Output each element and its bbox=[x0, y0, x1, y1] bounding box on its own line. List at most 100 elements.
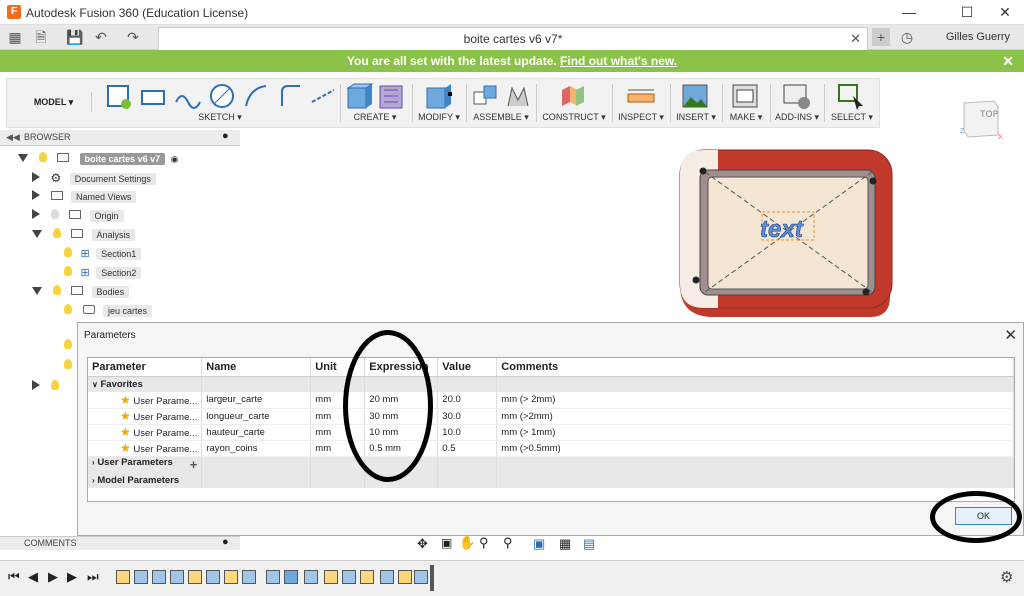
step-back-icon[interactable]: ◀ bbox=[28, 569, 38, 585]
visibility-bulb-icon[interactable] bbox=[64, 304, 72, 314]
table-row[interactable]: ★ User Parame... rayon_coins mm 0.5 mm 0… bbox=[88, 440, 1014, 457]
make-group[interactable]: MAKE ▾ bbox=[724, 80, 768, 126]
create-tool-icons[interactable] bbox=[344, 82, 406, 110]
tree-item-section2[interactable]: ⊞ Section2 bbox=[64, 264, 142, 283]
timeline-feature-icon[interactable] bbox=[360, 570, 374, 584]
modify-icon[interactable] bbox=[424, 82, 454, 110]
visibility-bulb-icon[interactable] bbox=[50, 209, 59, 219]
model-parameters-category[interactable]: › Model Parameters bbox=[88, 472, 1014, 488]
inspect-group[interactable]: INSPECT ▾ bbox=[614, 80, 668, 126]
partial-bulb-icon[interactable] bbox=[64, 339, 72, 352]
banner-close-icon[interactable]: ✕ bbox=[1002, 50, 1014, 72]
insert-group[interactable]: INSERT ▾ bbox=[672, 80, 720, 126]
tree-item-section1[interactable]: ⊞ Section1 bbox=[64, 245, 142, 264]
table-row[interactable]: ★ User Parame... longueur_carte mm 30 mm… bbox=[88, 408, 1014, 425]
comments-add-icon[interactable]: ● bbox=[222, 536, 229, 548]
job-status-clock-icon[interactable]: ◷ bbox=[898, 28, 916, 46]
go-to-end-icon[interactable]: ⏭ bbox=[87, 569, 99, 585]
measure-ruler-icon[interactable] bbox=[626, 82, 656, 110]
col-name[interactable]: Name bbox=[201, 358, 312, 377]
create-menu[interactable]: CREATE ▾ bbox=[342, 112, 408, 123]
expand-chevron-icon[interactable]: › bbox=[92, 476, 95, 485]
document-tab[interactable]: boite cartes v6 v7* ✕ bbox=[158, 27, 868, 50]
visibility-bulb-icon[interactable] bbox=[64, 266, 72, 276]
col-value[interactable]: Value bbox=[437, 358, 498, 377]
partial-bulb-icon[interactable] bbox=[64, 359, 72, 372]
timeline-feature-icon[interactable] bbox=[284, 570, 298, 584]
pan-hand-icon[interactable]: ✋ bbox=[459, 535, 475, 551]
cell-name[interactable]: hauteur_carte bbox=[201, 424, 312, 441]
expand-arrow-icon[interactable] bbox=[32, 380, 40, 390]
play-icon[interactable]: ▶ bbox=[48, 569, 58, 585]
canvas-viewport[interactable]: text bbox=[240, 130, 1024, 320]
construct-menu[interactable]: CONSTRUCT ▾ bbox=[538, 112, 610, 123]
timeline-feature-icon[interactable] bbox=[116, 570, 130, 584]
viewports-icon[interactable]: ▤ bbox=[583, 536, 595, 552]
workspace-switcher[interactable]: MODEL ▾ bbox=[16, 92, 92, 112]
look-at-icon[interactable]: ▣ bbox=[441, 536, 452, 550]
user-parameters-category[interactable]: › User Parameters + bbox=[88, 456, 1014, 472]
go-to-start-icon[interactable]: ⏮ bbox=[8, 569, 20, 585]
banner-link[interactable]: Find out what's new. bbox=[560, 54, 677, 68]
dialog-close-icon[interactable]: ✕ bbox=[1004, 326, 1017, 344]
timeline-feature-icon[interactable] bbox=[324, 570, 338, 584]
close-tab-icon[interactable]: ✕ bbox=[850, 31, 861, 47]
visibility-bulb-icon[interactable] bbox=[64, 247, 72, 257]
browser-header[interactable]: ◀◀ BROWSER ● bbox=[0, 130, 240, 146]
cell-comment[interactable]: mm (>0.5mm) bbox=[496, 440, 1014, 457]
browser-pin-icon[interactable]: ● bbox=[222, 130, 229, 142]
tree-item-partial[interactable] bbox=[32, 378, 59, 397]
timeline-feature-icon[interactable] bbox=[342, 570, 356, 584]
timeline-feature-icon[interactable] bbox=[170, 570, 184, 584]
expand-arrow-icon[interactable] bbox=[32, 190, 40, 200]
table-row[interactable]: ★ User Parame... largeur_carte mm 20 mm … bbox=[88, 392, 1014, 409]
addins-script-icon[interactable] bbox=[782, 82, 812, 110]
favorites-category[interactable]: ∨ Favorites bbox=[88, 376, 1014, 392]
visibility-bulb-icon[interactable] bbox=[52, 228, 61, 238]
expand-chevron-icon[interactable]: › bbox=[92, 458, 95, 467]
favorite-star-icon[interactable]: ★ bbox=[120, 409, 131, 423]
timeline-feature-icon[interactable] bbox=[224, 570, 238, 584]
timeline-feature-icon[interactable] bbox=[188, 570, 202, 584]
cell-comment[interactable]: mm (> 2mm) bbox=[496, 392, 1014, 409]
select-cursor-icon[interactable] bbox=[837, 82, 867, 110]
sketch-group[interactable]: SKETCH ▾ bbox=[100, 80, 338, 126]
timeline-settings-gear-icon[interactable]: ⚙ bbox=[1000, 568, 1013, 586]
col-parameter[interactable]: Parameter bbox=[88, 358, 203, 377]
tree-item-named-views[interactable]: Named Views bbox=[32, 188, 137, 207]
add-parameter-plus-icon[interactable]: + bbox=[190, 457, 198, 472]
timeline-feature-icon[interactable] bbox=[134, 570, 148, 584]
visibility-bulb-icon[interactable] bbox=[52, 285, 61, 295]
collapse-browser-icon[interactable]: ◀◀ bbox=[6, 132, 20, 143]
cell-comment[interactable]: mm (> 1mm) bbox=[496, 424, 1014, 441]
timeline-marker[interactable] bbox=[430, 565, 434, 591]
tree-item-document-settings[interactable]: ⚙ Document Settings bbox=[32, 169, 156, 188]
assemble-tool-icons[interactable] bbox=[470, 82, 532, 110]
orbit-icon[interactable]: ✥ bbox=[417, 536, 428, 552]
timeline-feature-icon[interactable] bbox=[414, 570, 428, 584]
comments-panel[interactable]: COMMENTS ● bbox=[0, 536, 240, 550]
make-3d-print-icon[interactable] bbox=[731, 82, 761, 110]
minimize-button[interactable]: — bbox=[886, 0, 932, 25]
favorite-star-icon[interactable]: ★ bbox=[120, 441, 131, 455]
timeline-feature-icon[interactable] bbox=[266, 570, 280, 584]
data-panel-grid-icon[interactable]: ▦ bbox=[6, 28, 24, 46]
timeline-feature-icon[interactable] bbox=[304, 570, 318, 584]
favorite-star-icon[interactable]: ★ bbox=[120, 425, 131, 439]
expand-arrow-icon[interactable] bbox=[32, 287, 42, 295]
step-forward-icon[interactable]: ▶ bbox=[67, 569, 77, 585]
timeline-feature-icon[interactable] bbox=[398, 570, 412, 584]
modify-group[interactable]: MODIFY ▾ bbox=[414, 80, 464, 126]
addins-menu[interactable]: ADD-INS ▾ bbox=[772, 112, 822, 123]
construct-plane-icon[interactable] bbox=[558, 82, 590, 110]
insert-image-icon[interactable] bbox=[681, 82, 711, 110]
zoom-window-icon[interactable]: ⚲ bbox=[503, 535, 513, 551]
ok-button[interactable]: OK bbox=[955, 507, 1012, 525]
display-settings-icon[interactable]: ▣ bbox=[533, 536, 545, 552]
expand-arrow-icon[interactable] bbox=[32, 172, 40, 182]
tree-item-origin[interactable]: Origin bbox=[32, 207, 124, 226]
timeline-feature-icon[interactable] bbox=[152, 570, 166, 584]
timeline-feature-icon[interactable] bbox=[242, 570, 256, 584]
collapse-chevron-icon[interactable]: ∨ bbox=[92, 380, 98, 389]
sketch-menu[interactable]: SKETCH ▾ bbox=[100, 112, 340, 123]
